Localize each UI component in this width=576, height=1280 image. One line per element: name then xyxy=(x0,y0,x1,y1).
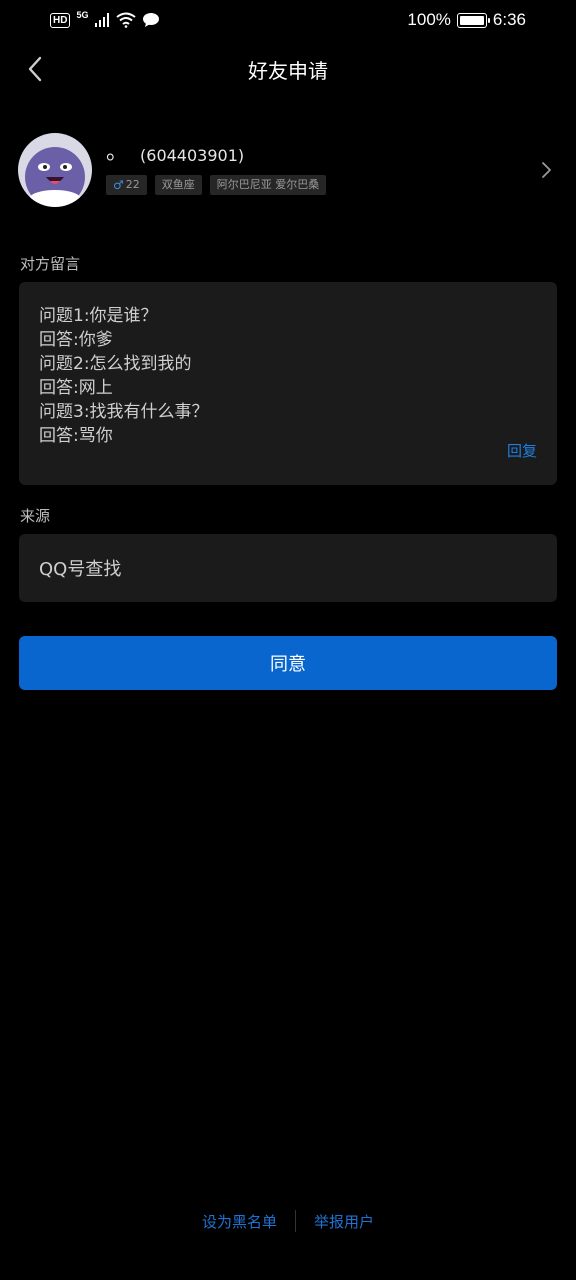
message-line: 回答:网上 xyxy=(39,378,113,398)
message-label: 对方留言 xyxy=(20,255,81,273)
report-user-link[interactable]: 举报用户 xyxy=(296,1211,392,1232)
chevron-left-icon xyxy=(28,56,42,82)
male-icon: ♂ xyxy=(113,178,124,192)
source-box: QQ号查找 xyxy=(19,534,557,602)
bottom-links: 设为黑名单 举报用户 xyxy=(0,1206,576,1236)
age-value: 22 xyxy=(125,178,140,191)
message-line: 问题3:找我有什么事？ xyxy=(39,402,209,422)
status-right: 100% 6:36 xyxy=(407,10,526,30)
source-value: QQ号查找 xyxy=(39,559,122,580)
message-line: 问题2:怎么找到我的 xyxy=(39,354,192,374)
wifi-icon xyxy=(116,12,137,28)
qq-number: (604403901) xyxy=(140,145,245,165)
back-button[interactable] xyxy=(18,52,52,86)
agree-button[interactable]: 同意 xyxy=(19,636,557,690)
message-lines: 问题1:你是谁？ 回答:你爹 问题2:怎么找到我的 回答:网上 问题3:找我有什… xyxy=(39,304,537,448)
profile-tags: ♂ 22 双鱼座 阿尔巴尼亚 爱尔巴桑 xyxy=(106,175,558,195)
hd-badge: HD xyxy=(50,12,71,28)
message-line: 回答:骂你 xyxy=(39,426,113,446)
name-line: 。 (604403901) xyxy=(106,140,558,165)
page-title: 好友申请 xyxy=(248,58,328,83)
message-line: 回答:你爹 xyxy=(39,330,113,350)
reply-link[interactable]: 回复 xyxy=(507,440,537,461)
zodiac-tag: 双鱼座 xyxy=(154,175,202,195)
profile-row[interactable]: 。 (604403901) ♂ 22 双鱼座 阿尔巴尼亚 爱尔巴桑 xyxy=(18,132,558,208)
clock: 6:36 xyxy=(492,10,526,29)
profile-info: 。 (604403901) ♂ 22 双鱼座 阿尔巴尼亚 爱尔巴桑 xyxy=(106,140,558,195)
status-bar: HD 5G 100% 6:36 xyxy=(0,0,576,40)
avatar[interactable] xyxy=(18,133,92,207)
battery-percent: 100% xyxy=(407,10,451,29)
signal-icon xyxy=(95,13,110,27)
chevron-right-icon xyxy=(542,162,551,178)
message-box: 问题1:你是谁？ 回答:你爹 问题2:怎么找到我的 回答:网上 问题3:找我有什… xyxy=(19,282,557,485)
avatar-image xyxy=(18,133,92,207)
message-line: 问题1:你是谁？ xyxy=(39,306,158,326)
nickname: 。 xyxy=(106,140,129,165)
friend-request-page: HD 5G 100% 6:36 好友申请 。 (604403901) ♂ 22 … xyxy=(0,0,576,1280)
blacklist-link[interactable]: 设为黑名单 xyxy=(184,1211,295,1232)
source-label: 来源 xyxy=(20,507,51,525)
location-tag: 阿尔巴尼亚 爱尔巴桑 xyxy=(209,175,327,195)
chat-notification-icon xyxy=(143,13,160,27)
age-tag: ♂ 22 xyxy=(106,175,147,195)
battery-icon xyxy=(456,12,490,28)
navbar: 好友申请 xyxy=(0,44,576,94)
status-left: HD 5G xyxy=(50,10,160,28)
network-type: 5G xyxy=(76,10,89,20)
